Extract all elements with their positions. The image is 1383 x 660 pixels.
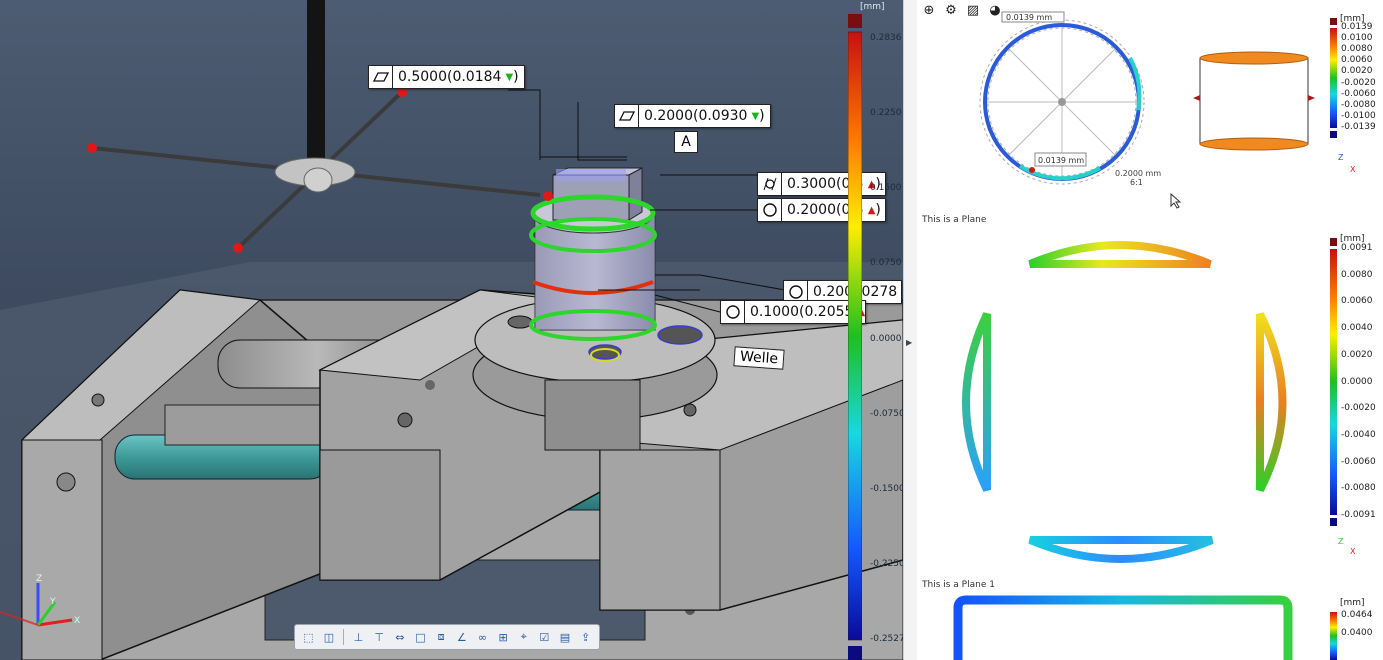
- cad-model-scene[interactable]: Z X Y: [0, 0, 903, 660]
- scale-unit-label: [mm]: [860, 2, 885, 12]
- circularity-icon: [758, 199, 782, 221]
- cylinder-preview[interactable]: [1190, 48, 1320, 153]
- viewport-scale-tick-label: -0.1500: [870, 483, 903, 494]
- flatness-value-2: 0.2000(0.0930: [644, 108, 748, 124]
- deviation-color-scale: [848, 14, 862, 660]
- angle-icon[interactable]: ∠: [452, 628, 471, 646]
- status-ok-icon: ▼: [505, 71, 514, 83]
- settings-icon[interactable]: ⚙: [943, 2, 959, 18]
- plane-flatness-plot[interactable]: [940, 228, 1310, 573]
- panel-splitter[interactable]: [903, 0, 917, 660]
- polar-scale-tick-label: 0.0100: [1341, 33, 1373, 44]
- polar-deviation-label: 0.0139 mm: [1038, 156, 1084, 165]
- flatness-callout-2[interactable]: 0.2000(0.0930 ▼): [614, 104, 771, 128]
- polar-scale-tick-label: 0.0139: [1341, 22, 1373, 32]
- viewport-scale-tick-label: 0.0000: [870, 333, 902, 344]
- plane-axis-x: X: [1350, 547, 1356, 556]
- plane-1-scale-tick-label: 0.0464: [1341, 610, 1373, 620]
- plane-1-flatness-plot[interactable]: [950, 594, 1295, 660]
- mini-axis-x: X: [1350, 165, 1356, 174]
- polar-scale-tick-label: 0.0060: [1341, 55, 1373, 66]
- status-fail-icon: ▲: [867, 204, 876, 216]
- grid-icon[interactable]: ⊞: [494, 628, 513, 646]
- view-toolbar: ⬚ ◫ ⊥ ⊤ ⇔ □ ⧈ ∠ ∞ ⊞ ⌖ ☑ ▤ ⇪: [294, 624, 600, 650]
- polar-top-label: 0.0139 mm: [1006, 13, 1052, 22]
- plane-1-scale-unit: [mm]: [1340, 598, 1365, 608]
- viewport-scale-tick-label: 0.1500: [870, 183, 902, 194]
- plane-scale-tick-label: 0.0020: [1341, 349, 1373, 360]
- axis-y-label: Y: [49, 597, 56, 607]
- polar-scale-tick-label: -0.0100: [1341, 110, 1376, 121]
- viewport-scale-tick-label: 0.2250: [870, 108, 902, 119]
- align-axis-icon[interactable]: ⊤: [370, 628, 389, 646]
- axis-z-label: Z: [36, 574, 42, 584]
- plane-color-scale: [1330, 238, 1337, 526]
- plane-scale-tick-label: 0.0091: [1341, 243, 1373, 253]
- viewport-scale-tick-label: -0.2527: [870, 634, 903, 644]
- roundness-callout-1[interactable]: 0.2000(0.5 ▲): [757, 198, 886, 222]
- roundness-callout-3[interactable]: 0.1000(0.2055 ▲: [720, 300, 867, 324]
- plane-scale-tick-label: -0.0080: [1341, 483, 1376, 494]
- plane-scale-tick-label: -0.0091: [1341, 510, 1376, 520]
- roundness-value-3: 0.1000(0.2055: [750, 304, 854, 320]
- cylindricity-icon: [758, 173, 782, 195]
- polar-ratio-label: 6:1: [1130, 178, 1143, 187]
- 3d-viewport[interactable]: Z X Y 0.5000(0.0184 ▼) 0.2000(0.0930 ▼) …: [0, 0, 903, 660]
- flatness-icon: [369, 66, 393, 88]
- polar-scale-label: 0.2000 mm: [1115, 169, 1161, 178]
- datum-a-box[interactable]: A: [674, 131, 698, 153]
- circularity-icon: [721, 301, 745, 323]
- polar-scale-tick-label: 0.0020: [1341, 66, 1373, 77]
- part-name-label[interactable]: Welle: [733, 346, 785, 370]
- section-label-plane: This is a Plane: [922, 215, 987, 225]
- flatness-callout-1[interactable]: 0.5000(0.0184 ▼): [368, 65, 525, 89]
- probe[interactable]: [87, 0, 553, 253]
- polar-color-scale: [1330, 18, 1337, 138]
- polar-scale-tick-label: -0.0080: [1341, 99, 1376, 110]
- check-icon[interactable]: ☑: [535, 628, 554, 646]
- cylindricity-callout[interactable]: 0.3000(0.5 ▲): [757, 172, 886, 196]
- plane-scale-tick-label: 0.0060: [1341, 296, 1373, 307]
- plane-scale-tick-label: 0.0080: [1341, 269, 1373, 280]
- frame-fit-icon[interactable]: ⧈: [432, 628, 451, 646]
- viewport-scale-tick-label: 0.0750: [870, 258, 902, 269]
- viewport-scale-tick-label: -0.2250: [870, 558, 903, 569]
- roundness-polar-plot[interactable]: 0.0139 mm 0.0139 mm 0.2000 mm 6:1: [960, 10, 1200, 200]
- viewport-scale-tick-label: 0.2836: [870, 33, 902, 43]
- section-label-plane-1: This is a Plane 1: [922, 580, 995, 590]
- polar-scale-tick-label: -0.0020: [1341, 77, 1376, 88]
- frame-icon[interactable]: □: [411, 628, 430, 646]
- polar-scale-tick-label: -0.0139: [1341, 122, 1376, 132]
- link-icon[interactable]: ∞: [473, 628, 492, 646]
- split-view-icon[interactable]: ◫: [320, 628, 339, 646]
- roundness-value-2-tail: .0278: [857, 284, 898, 300]
- plane-scale-tick-label: 0.0000: [1341, 376, 1373, 387]
- mouse-cursor-icon: [1170, 193, 1182, 209]
- plane-scale-tick-label: -0.0060: [1341, 456, 1376, 467]
- flatness-value-1: 0.5000(0.0184: [398, 69, 502, 85]
- report-icon[interactable]: ▤: [556, 628, 575, 646]
- globe-icon[interactable]: ⊕: [921, 2, 937, 18]
- polar-scale-tick-label: -0.0060: [1341, 88, 1376, 99]
- expand-arrow-icon[interactable]: ▶: [906, 338, 912, 347]
- measure-icon[interactable]: ⇔: [391, 628, 410, 646]
- plane-axis-z: Z: [1338, 537, 1344, 546]
- polar-scale-tick-label: 0.0080: [1341, 44, 1373, 55]
- plane-scale-tick-label: -0.0040: [1341, 429, 1376, 440]
- plane-1-color-scale: [1330, 612, 1337, 660]
- viewport-scale-tick-label: -0.0750: [870, 408, 903, 419]
- axis-x-label: X: [74, 616, 80, 626]
- plane-1-scale-tick-label: 0.0400: [1341, 628, 1373, 638]
- plane-scale-tick-label: -0.0020: [1341, 403, 1376, 414]
- crosshair-icon[interactable]: ⌖: [514, 628, 533, 646]
- flatness-icon: [615, 105, 639, 127]
- plane-scale-tick-label: 0.0040: [1341, 323, 1373, 334]
- select-box-icon[interactable]: ⬚: [299, 628, 318, 646]
- mini-axis-z: Z: [1338, 153, 1344, 162]
- align-icon[interactable]: ⊥: [349, 628, 368, 646]
- export-icon[interactable]: ⇪: [576, 628, 595, 646]
- status-ok-icon: ▼: [751, 110, 760, 122]
- toolbar-separator: [343, 629, 345, 645]
